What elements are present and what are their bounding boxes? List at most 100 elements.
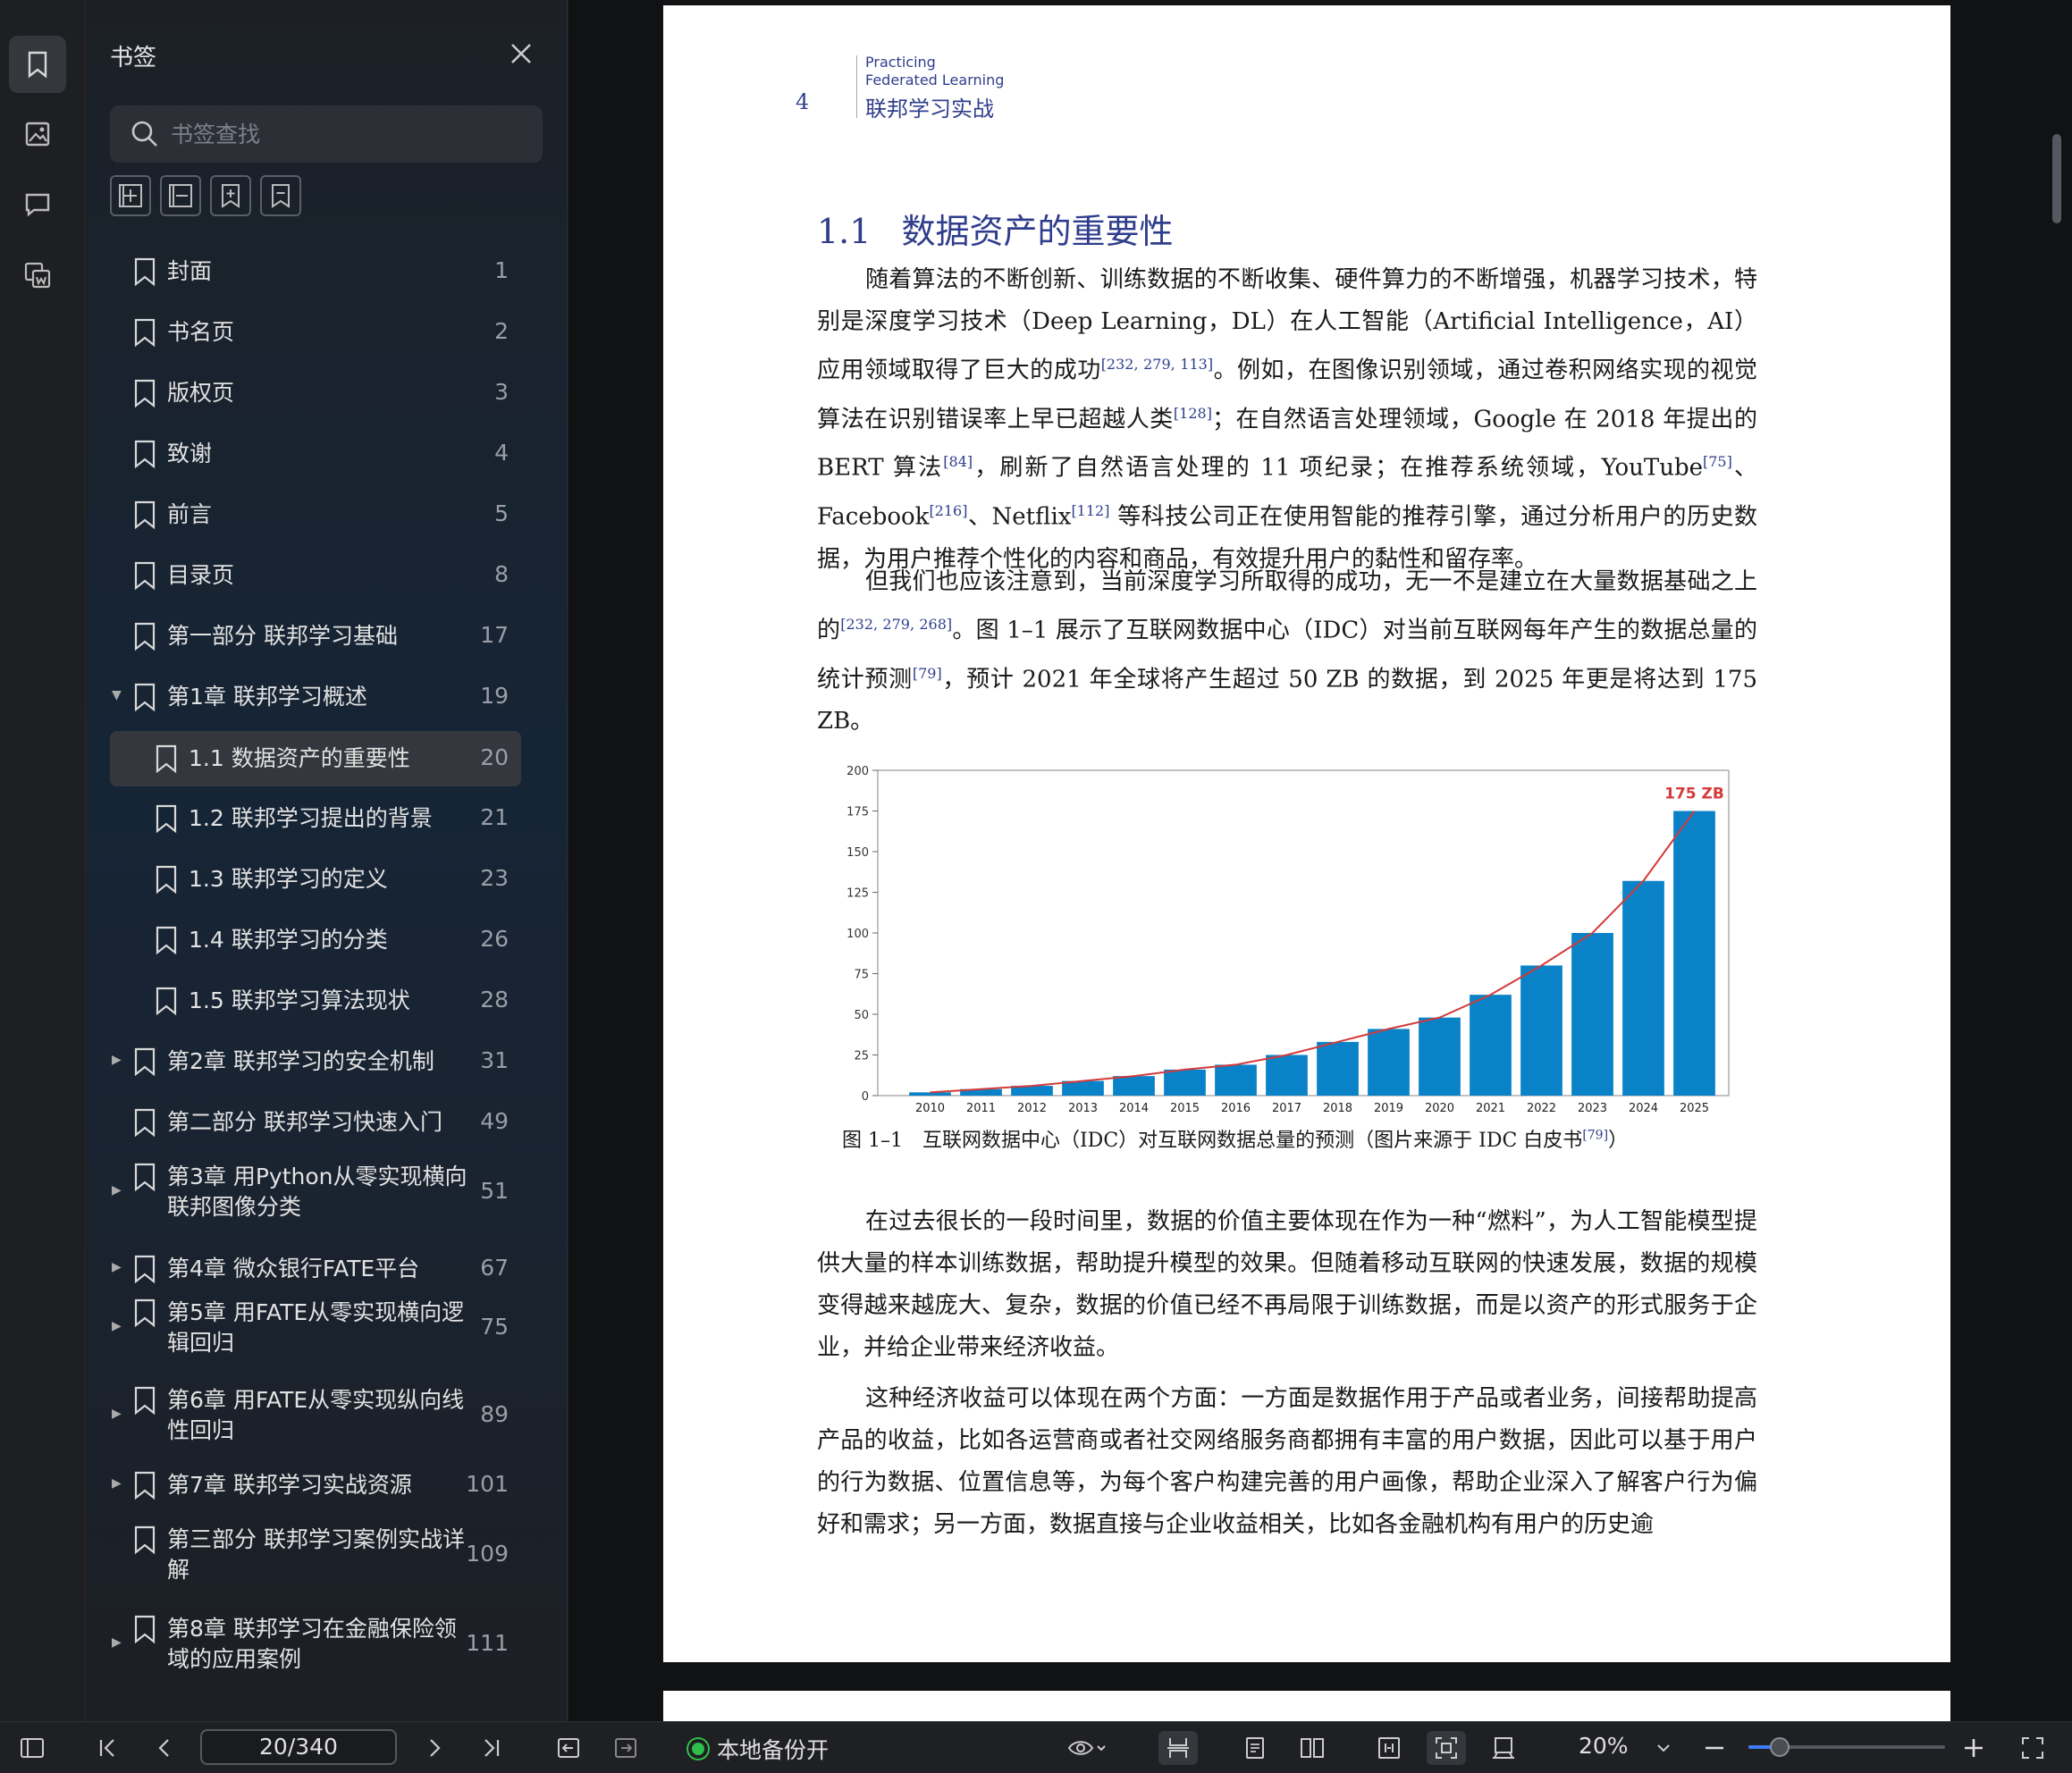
zoom-dropdown-button[interactable] [1650, 1731, 1677, 1765]
expand-all-button[interactable] [110, 175, 151, 216]
chart-bar [1673, 811, 1715, 1096]
bookmark-item[interactable]: 致谢 4 [110, 427, 521, 481]
collapse-arrow-icon[interactable]: ▶ [112, 1319, 124, 1333]
bookmark-item[interactable]: 1.2 联邦学习提出的背景 21 [110, 792, 521, 845]
chevron-left-icon [158, 1739, 169, 1757]
next-page-button[interactable] [417, 1731, 452, 1765]
bookmark-item[interactable]: 第三部分 联邦学习案例实战详 解 109 [110, 1519, 521, 1591]
remove-bookmark-button[interactable] [260, 175, 301, 216]
collapse-all-icon [169, 184, 192, 207]
go-back-button[interactable] [551, 1731, 586, 1765]
fit-page-button[interactable] [1427, 1731, 1466, 1765]
bookmark-label: 1.5 联邦学习算法现状 [189, 987, 410, 1013]
backup-status-dot [688, 1739, 708, 1759]
collapse-arrow-icon[interactable]: ▶ [112, 1053, 124, 1067]
bookmark-icon [156, 926, 177, 955]
bookmark-item[interactable]: 封面 1 [110, 245, 521, 298]
bookmark-icon [134, 318, 156, 348]
comment-panel-icon[interactable] [9, 175, 66, 232]
bookmark-item[interactable]: 1.3 联邦学习的定义 23 [110, 853, 521, 906]
y-tick-label: 200 [846, 765, 869, 778]
collapse-arrow-icon[interactable]: ▶ [112, 1183, 124, 1197]
chart-bar [1622, 880, 1664, 1096]
bookmark-label: 1.2 联邦学习提出的背景 [189, 805, 433, 831]
fullscreen-icon [2022, 1737, 2043, 1759]
bookmark-item[interactable]: 书名页 2 [110, 306, 521, 359]
bookmark-page-number: 8 [494, 561, 509, 587]
bookmark-item[interactable]: ▶ 第3章 用Python从零实现横向 联邦图像分类 51 [110, 1156, 521, 1228]
bookmark-item[interactable]: 1.1 数据资产的重要性 20 [110, 731, 521, 786]
close-icon[interactable] [507, 39, 535, 68]
bookmark-item[interactable]: ▶ 第4章 微众银行FATE平台 67 [110, 1242, 521, 1296]
bookmark-item[interactable]: ▶ 第8章 联邦学习在金融保险领 域的应用案例 111 [110, 1609, 521, 1680]
x-tick-label: 2017 [1272, 1102, 1301, 1115]
actual-size-button[interactable] [1484, 1731, 1523, 1765]
collapse-arrow-icon[interactable]: ▶ [112, 1407, 124, 1421]
x-tick-label: 2013 [1068, 1102, 1098, 1115]
bookmark-item[interactable]: 第一部分 联邦学习基础 17 [110, 609, 521, 663]
eye-mode-button[interactable] [1060, 1731, 1114, 1765]
chart-bar [1266, 1055, 1308, 1096]
bookmark-page-number: 3 [494, 379, 509, 405]
y-tick-label: 175 [846, 806, 869, 819]
backup-status[interactable]: 本地备份开 [688, 1733, 829, 1765]
bookmark-item[interactable]: 1.4 联邦学习的分类 26 [110, 913, 521, 967]
fullscreen-button[interactable] [2015, 1731, 2051, 1765]
bookmark-item[interactable]: ▶ 第6章 用FATE从零实现纵向线 性回归 89 [110, 1380, 521, 1451]
search-input[interactable] [171, 121, 510, 147]
panel-title: 书签 [110, 45, 157, 71]
collapse-all-button[interactable] [160, 175, 201, 216]
bookmark-icon [134, 1163, 156, 1192]
zoom-slider-handle[interactable] [1770, 1737, 1790, 1757]
caption-ref: [79] [1582, 1128, 1609, 1143]
bookmark-item[interactable]: ▶ 第7章 联邦学习实战资源 101 [110, 1458, 521, 1512]
document-scrollbar[interactable] [2052, 134, 2061, 223]
first-page-button[interactable] [89, 1731, 125, 1765]
bookmark-item[interactable]: ▼ 第1章 联邦学习概述 19 [110, 670, 521, 724]
annotation-panel-icon[interactable] [9, 247, 66, 304]
running-head-line-2: Federated Learning [865, 71, 1005, 88]
last-page-button[interactable] [474, 1731, 510, 1765]
bookmark-icon [134, 379, 156, 408]
bookmark-item[interactable]: ▶ 第2章 联邦学习的安全机制 31 [110, 1035, 521, 1088]
bookmark-page-number: 89 [480, 1401, 509, 1427]
bookmark-icon [134, 1386, 156, 1416]
bookmark-item[interactable]: 前言 5 [110, 488, 521, 542]
bookmark-label: 版权页 [167, 380, 235, 406]
collapse-arrow-icon[interactable]: ▶ [112, 1260, 124, 1274]
page-indicator[interactable]: 20/340 [200, 1729, 397, 1765]
zoom-out-button[interactable] [1698, 1731, 1731, 1765]
fit-width-button[interactable] [1369, 1731, 1409, 1765]
bookmark-item[interactable]: 第二部分 联邦学习快速入门 49 [110, 1096, 521, 1149]
single-page-icon [1246, 1737, 1264, 1759]
toggle-sidebar-button[interactable] [14, 1731, 50, 1765]
collapse-arrow-icon[interactable]: ▶ [112, 1476, 124, 1491]
prev-page-button[interactable] [147, 1731, 182, 1765]
bookmark-item[interactable]: ▶ 第5章 用FATE从零实现横向逻 辑回归 75 [110, 1292, 521, 1364]
collapse-arrow-icon[interactable]: ▶ [112, 1635, 124, 1650]
single-page-button[interactable] [1235, 1731, 1275, 1765]
bookmark-label: 第7章 联邦学习实战资源 [167, 1472, 412, 1498]
bookmark-panel-icon[interactable] [9, 36, 66, 93]
thumbnail-panel-icon[interactable] [9, 105, 66, 163]
zoom-level[interactable]: 20% [1579, 1733, 1629, 1759]
bookmark-page-number: 19 [480, 683, 509, 709]
bookmark-item[interactable]: 1.5 联邦学习算法现状 28 [110, 974, 521, 1028]
add-bookmark-button[interactable] [210, 175, 251, 216]
bookmark-item[interactable]: 目录页 8 [110, 549, 521, 602]
bookmark-icon [134, 561, 156, 591]
bookmark-item[interactable]: 版权页 3 [110, 366, 521, 420]
chart-bar [1419, 1017, 1461, 1096]
bookmark-page-number: 28 [480, 987, 509, 1013]
bookmark-icon [134, 1298, 156, 1328]
bookmark-label: 前言 [167, 501, 213, 527]
bookmark-search[interactable] [110, 105, 543, 163]
bookmark-label: 第1章 联邦学习概述 [167, 684, 367, 710]
last-page-icon [484, 1739, 500, 1757]
zoom-in-button[interactable] [1958, 1731, 1990, 1765]
continuous-scroll-button[interactable] [1158, 1731, 1198, 1765]
y-tick-label: 150 [846, 846, 869, 860]
go-forward-button[interactable] [608, 1731, 644, 1765]
expand-arrow-icon[interactable]: ▼ [112, 688, 124, 702]
double-page-button[interactable] [1293, 1731, 1332, 1765]
